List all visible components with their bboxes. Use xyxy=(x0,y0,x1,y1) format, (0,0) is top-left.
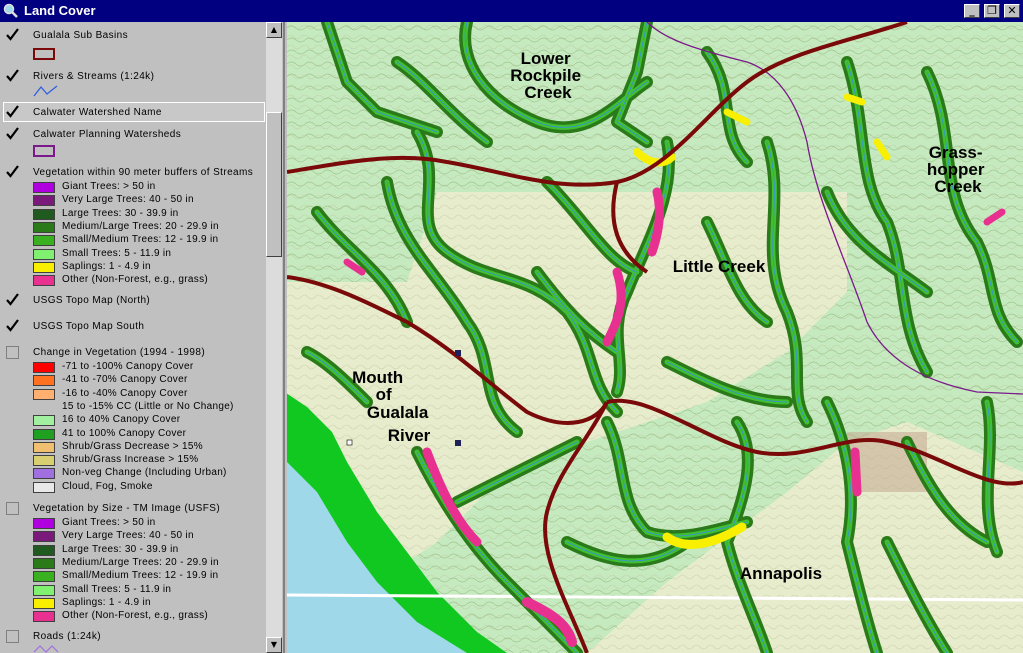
close-button[interactable]: ✕ xyxy=(1004,4,1020,18)
layer-name: Calwater Planning Watersheds xyxy=(33,129,182,140)
legend-class-label: Other (Non-Forest, e.g., grass) xyxy=(62,274,209,286)
scroll-up-button[interactable]: ▲ xyxy=(266,22,282,38)
legend-class-label: Non-veg Change (Including Urban) xyxy=(62,467,227,479)
layer-checkbox[interactable] xyxy=(6,630,19,643)
legend-class-label: Very Large Trees: 40 - 50 in xyxy=(62,530,194,542)
layer-list: Gualala Sub Basins Rivers & Streams (1:2… xyxy=(0,22,266,653)
legend-class-label: Small Trees: 5 - 11.9 in xyxy=(62,583,172,595)
legend-color-swatch xyxy=(33,248,55,260)
checkmark-icon[interactable] xyxy=(6,105,19,118)
map-marker xyxy=(455,440,461,446)
checkmark-icon[interactable] xyxy=(6,28,19,41)
legend-color-swatch xyxy=(33,182,55,193)
legend-color-swatch xyxy=(33,441,55,453)
checkmark-icon[interactable] xyxy=(6,293,19,306)
legend-class-label: Saplings: 1 - 4.9 in xyxy=(62,260,151,272)
legend-class-label: Large Trees: 30 - 39.9 in xyxy=(62,543,179,555)
legend-class-label: Giant Trees: > 50 in xyxy=(62,181,156,192)
window-title: Land Cover xyxy=(24,3,96,18)
minimize-button[interactable]: _ xyxy=(964,4,980,18)
legend-color-swatch xyxy=(33,275,55,287)
legend-class-label: 15 to -15% CC (Little or No Change) xyxy=(62,400,234,412)
title-bar: Land Cover _ ❐ ✕ xyxy=(0,0,1023,22)
legend-color-swatch xyxy=(33,455,55,467)
legend-color-swatch xyxy=(33,362,55,373)
legend-color-swatch xyxy=(33,235,55,247)
layer-name: Roads (1:24k) xyxy=(33,631,102,642)
layer-checkbox[interactable] xyxy=(6,346,19,359)
legend-class-label: Cloud, Fog, Smoke xyxy=(62,480,153,492)
legend-color-swatch xyxy=(33,518,55,529)
legend-color-swatch xyxy=(33,481,55,493)
road-line-swatch xyxy=(33,645,59,653)
legend-color-swatch xyxy=(33,544,55,556)
legend-class-label: 41 to 100% Canopy Cover xyxy=(62,427,187,439)
legend-color-swatch xyxy=(33,531,55,543)
checkmark-icon[interactable] xyxy=(6,319,19,332)
legend-panel: Gualala Sub Basins Rivers & Streams (1:2… xyxy=(0,22,285,653)
legend-class-label: Large Trees: 30 - 39.9 in xyxy=(62,207,179,219)
layer-name: Rivers & Streams (1:24k) xyxy=(33,71,155,82)
legend-color-swatch xyxy=(33,468,55,480)
map-marker xyxy=(346,439,353,446)
legend-class-label: -71 to -100% Canopy Cover xyxy=(62,361,194,372)
legend-class-label: 16 to 40% Canopy Cover xyxy=(62,414,181,426)
layer-name: Vegetation within 90 meter buffers of St… xyxy=(33,167,254,178)
map-canvas[interactable]: Lower Rockpile Creek Grass- hopper Creek… xyxy=(287,22,1023,653)
label-little-creek: Little Creek xyxy=(673,257,766,276)
layer-name: USGS Topo Map South xyxy=(33,321,145,332)
planning-outline-swatch xyxy=(33,145,55,157)
legend-color-swatch xyxy=(33,208,55,220)
legend-class-label: Small/Medium Trees: 12 - 19.9 in xyxy=(62,234,219,246)
legend-color-swatch xyxy=(33,415,55,427)
basin-outline-swatch xyxy=(33,48,55,60)
legend-color-swatch xyxy=(33,195,55,207)
magnifier-icon xyxy=(3,3,18,18)
legend-class-label: Saplings: 1 - 4.9 in xyxy=(62,596,151,608)
layer-name: USGS Topo Map (North) xyxy=(33,295,151,306)
legend-class-label: Small Trees: 5 - 11.9 in xyxy=(62,247,172,259)
layer-checkbox[interactable] xyxy=(6,502,19,515)
legend-color-swatch xyxy=(33,261,55,273)
label-grasshopper-creek: Grass- hopper Creek xyxy=(927,143,989,196)
map-marker xyxy=(455,350,461,356)
legend-class-label: Small/Medium Trees: 12 - 19.9 in xyxy=(62,570,219,582)
scroll-down-button[interactable]: ▼ xyxy=(266,637,282,653)
layer-name: Calwater Watershed Name xyxy=(33,107,162,118)
legend-class-label: Shrub/Grass Decrease > 15% xyxy=(62,440,203,452)
layer-name: Vegetation by Size - TM Image (USFS) xyxy=(33,503,221,514)
checkmark-icon[interactable] xyxy=(6,165,19,178)
legend-class-label: Very Large Trees: 40 - 50 in xyxy=(62,194,194,206)
legend-color-swatch xyxy=(33,611,55,623)
layer-name: Gualala Sub Basins xyxy=(33,30,129,41)
legend-color-swatch xyxy=(33,571,55,583)
legend-color-swatch xyxy=(33,221,55,233)
label-annapolis: Annapolis xyxy=(740,564,822,583)
legend-class-label: Giant Trees: > 50 in xyxy=(62,517,156,528)
layer-name: Change in Vegetation (1994 - 1998) xyxy=(33,347,206,358)
scroll-thumb[interactable] xyxy=(266,112,282,257)
checkmark-icon[interactable] xyxy=(6,69,19,82)
legend-color-swatch xyxy=(33,388,55,400)
legend-color-swatch xyxy=(33,584,55,596)
legend-class-label: -41 to -70% Canopy Cover xyxy=(62,374,188,386)
legend-class-label: Other (Non-Forest, e.g., grass) xyxy=(62,610,209,622)
legend-class-label: Medium/Large Trees: 20 - 29.9 in xyxy=(62,220,219,232)
legend-class-label: Medium/Large Trees: 20 - 29.9 in xyxy=(62,556,219,568)
stream-line-swatch xyxy=(33,85,58,97)
legend-class-label: -16 to -40% Canopy Cover xyxy=(62,387,188,399)
legend-scrollbar[interactable]: ▲ ▼ xyxy=(266,22,282,653)
checkmark-icon[interactable] xyxy=(6,127,19,140)
legend-color-swatch xyxy=(33,597,55,609)
legend-color-swatch xyxy=(33,557,55,569)
legend-color-swatch xyxy=(33,428,55,440)
legend-color-swatch xyxy=(33,375,55,387)
legend-class-label: Shrub/Grass Increase > 15% xyxy=(62,454,199,466)
map-view[interactable]: Lower Rockpile Creek Grass- hopper Creek… xyxy=(287,22,1023,653)
restore-button[interactable]: ❐ xyxy=(984,4,1000,18)
